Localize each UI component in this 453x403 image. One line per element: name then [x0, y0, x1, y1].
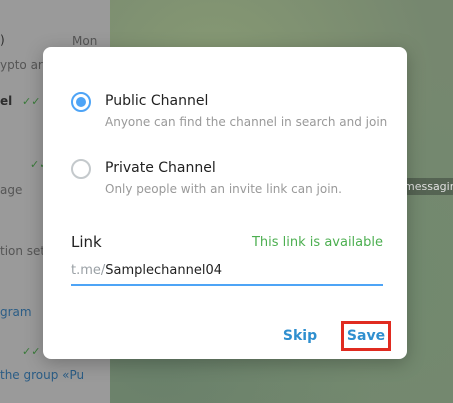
save-button[interactable]: Save	[341, 321, 391, 351]
channel-type-dialog: Public Channel Anyone can find the chann…	[43, 47, 407, 359]
private-channel-description: Only people with an invite link can join…	[105, 182, 342, 196]
private-channel-radio[interactable]	[71, 159, 91, 179]
link-label: Link	[71, 233, 102, 251]
chat-list-fragment: ypto ar	[0, 58, 43, 72]
channel-link-input[interactable]: t.me/Samplechannel04	[71, 260, 383, 286]
chat-list-fragment: age	[0, 183, 23, 197]
skip-button[interactable]: Skip	[275, 321, 325, 351]
public-channel-radio[interactable]	[71, 92, 91, 112]
chat-list-fragment: gram	[0, 305, 32, 319]
chat-list-time: Mon	[72, 34, 98, 48]
link-prefix: t.me/	[71, 263, 106, 278]
public-channel-title: Public Channel	[105, 93, 209, 109]
chat-list-fragment: )	[0, 33, 5, 47]
chat-list-fragment: el	[0, 94, 13, 108]
link-value[interactable]: Samplechannel04	[105, 263, 222, 278]
double-check-icon: ✓✓	[22, 345, 41, 358]
chat-list-fragment: the group «Pu	[0, 368, 85, 382]
link-availability-status: This link is available	[251, 235, 383, 250]
public-channel-description: Anyone can find the channel in search an…	[105, 115, 388, 129]
double-check-icon: ✓✓	[22, 95, 41, 108]
private-channel-title: Private Channel	[105, 160, 216, 176]
